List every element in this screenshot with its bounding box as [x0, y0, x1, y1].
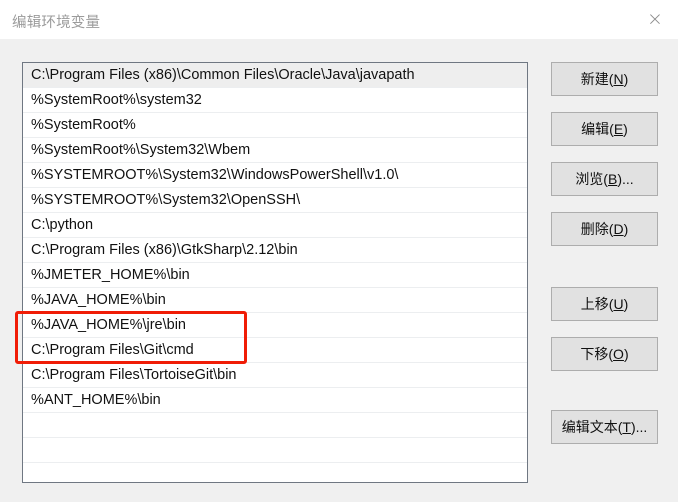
- browse-button-label: 浏览(: [575, 171, 608, 187]
- close-button[interactable]: ×: [632, 0, 678, 39]
- list-item[interactable]: %JMETER_HOME%\bin: [23, 263, 527, 288]
- move-up-button[interactable]: 上移(U): [551, 287, 658, 321]
- edit-button-accel: E: [613, 121, 624, 137]
- edit-text-button-label: 编辑文本(: [561, 419, 623, 435]
- delete-button-label: 删除(: [580, 221, 614, 237]
- list-item[interactable]: %ANT_HOME%\bin: [23, 388, 527, 413]
- move-up-button-tail: ): [623, 296, 629, 312]
- list-item[interactable]: %SYSTEMROOT%\System32\WindowsPowerShell\…: [23, 163, 527, 188]
- list-item[interactable]: C:\python: [23, 213, 527, 238]
- edit-button-label: 编辑(: [581, 121, 614, 137]
- list-item[interactable]: C:\Program Files\TortoiseGit\bin: [23, 363, 527, 388]
- list-item-empty[interactable]: [23, 438, 527, 463]
- list-item-empty[interactable]: [23, 463, 527, 482]
- list-item[interactable]: C:\Program Files\Git\cmd: [23, 338, 527, 363]
- list-item-empty[interactable]: [23, 413, 527, 438]
- delete-button[interactable]: 删除(D): [551, 212, 658, 246]
- list-item[interactable]: %JAVA_HOME%\bin: [23, 288, 527, 313]
- list-item[interactable]: %SystemRoot%\system32: [23, 88, 527, 113]
- edit-button-tail: ): [623, 121, 628, 137]
- browse-button[interactable]: 浏览(B)...: [551, 162, 658, 196]
- close-icon: ×: [647, 8, 663, 30]
- new-button-accel: N: [613, 71, 624, 87]
- page-title: 编辑环境变量: [12, 15, 101, 31]
- move-down-button[interactable]: 下移(O): [551, 337, 658, 371]
- browse-button-tail: )...: [617, 171, 634, 187]
- move-down-button-accel: O: [613, 346, 624, 362]
- list-item[interactable]: %SystemRoot%\System32\Wbem: [23, 138, 527, 163]
- list-item[interactable]: %SystemRoot%: [23, 113, 527, 138]
- list-item[interactable]: C:\Program Files (x86)\Common Files\Orac…: [23, 63, 527, 88]
- new-button[interactable]: 新建(N): [551, 62, 658, 96]
- edit-text-button-accel: T: [622, 419, 631, 435]
- new-button-label: 新建(: [580, 71, 614, 87]
- edit-text-button[interactable]: 编辑文本(T)...: [551, 410, 658, 444]
- new-button-tail: ): [623, 71, 629, 87]
- list-item[interactable]: %JAVA_HOME%\jre\bin: [23, 313, 527, 338]
- delete-button-accel: D: [613, 221, 624, 237]
- dialog-body: C:\Program Files (x86)\Common Files\Orac…: [0, 39, 678, 502]
- title-bar: 编辑环境变量 ×: [0, 0, 678, 39]
- delete-button-tail: ): [623, 221, 629, 237]
- edit-text-button-tail: )...: [630, 419, 648, 435]
- list-item[interactable]: %SYSTEMROOT%\System32\OpenSSH\: [23, 188, 527, 213]
- move-down-button-tail: ): [623, 346, 629, 362]
- path-list[interactable]: C:\Program Files (x86)\Common Files\Orac…: [22, 62, 528, 483]
- move-up-button-accel: U: [613, 296, 624, 312]
- edit-button[interactable]: 编辑(E): [551, 112, 658, 146]
- browse-button-accel: B: [607, 171, 618, 187]
- move-down-button-label: 下移(: [580, 346, 614, 362]
- list-item[interactable]: C:\Program Files (x86)\GtkSharp\2.12\bin: [23, 238, 527, 263]
- edit-environment-variable-dialog: 编辑环境变量 × C:\Program Files (x86)\Common F…: [0, 0, 678, 502]
- move-up-button-label: 上移(: [580, 296, 614, 312]
